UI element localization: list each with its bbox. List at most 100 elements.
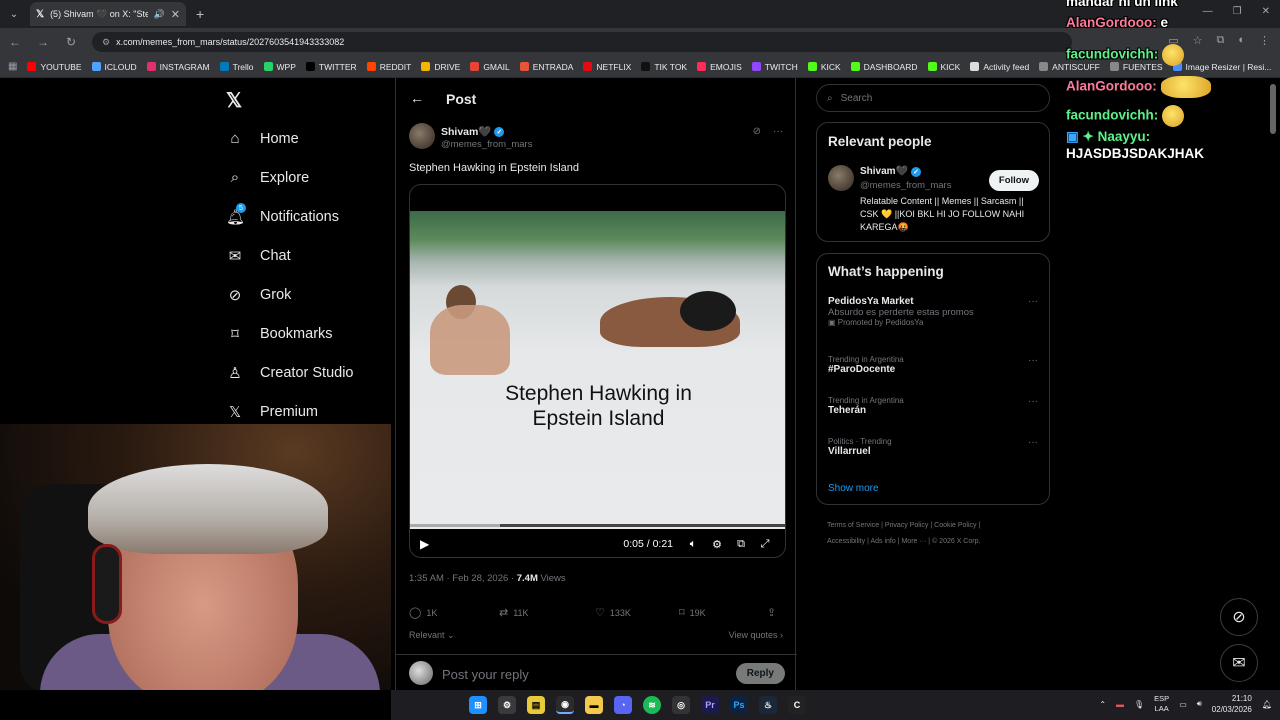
- trend-item[interactable]: Politics · Trending Villarruel ···: [828, 437, 1038, 457]
- messages-fab-icon[interactable]: ✉: [1220, 644, 1258, 682]
- person-handle[interactable]: @memes_from_mars: [860, 180, 951, 191]
- trend-more-icon[interactable]: ···: [1028, 355, 1038, 366]
- tab-close-icon[interactable]: ✕: [171, 8, 180, 21]
- more-options-icon[interactable]: ···: [773, 126, 783, 137]
- nav-explore[interactable]: ⌕ Explore: [226, 169, 309, 186]
- minimize-icon[interactable]: —: [1203, 6, 1213, 17]
- reply-submit-button[interactable]: Reply: [735, 663, 785, 684]
- nav-premium[interactable]: 𝕏 Premium: [226, 403, 318, 421]
- trend-item[interactable]: PedidosYa Market Absurdo es perderte est…: [828, 296, 1038, 327]
- volume-icon[interactable]: 🔈︎: [681, 538, 705, 551]
- show-more-link[interactable]: Show more: [828, 483, 879, 494]
- grok-fab-icon[interactable]: ⊘: [1220, 598, 1258, 636]
- reply-input[interactable]: Post your reply: [442, 667, 529, 682]
- restore-icon[interactable]: ❐: [1233, 6, 1242, 17]
- bookmark-item[interactable]: INSTAGRAM: [146, 62, 210, 72]
- trend-more-icon[interactable]: ···: [1028, 296, 1038, 307]
- bookmark-item[interactable]: Trello: [219, 62, 254, 72]
- trend-item[interactable]: Trending in Argentina Teherán ···: [828, 396, 1038, 416]
- video-frame[interactable]: Stephen Hawking in Epstein Island: [410, 211, 785, 529]
- photoshop-icon[interactable]: Ps: [730, 696, 748, 714]
- new-tab-button[interactable]: +: [196, 6, 204, 22]
- bookmark-item[interactable]: NETFLIX: [583, 62, 631, 72]
- back-icon[interactable]: ←: [8, 35, 22, 49]
- bookmark-item[interactable]: YOUTUBE: [27, 62, 82, 72]
- bookmark-item[interactable]: ICLOUD: [91, 62, 137, 72]
- tray-overflow-icon[interactable]: ⌃: [1099, 700, 1106, 709]
- notes-app-icon[interactable]: ▤: [527, 696, 545, 714]
- close-window-icon[interactable]: ✕: [1262, 6, 1270, 17]
- x-logo-icon[interactable]: 𝕏: [226, 88, 242, 113]
- footer-privacy-link[interactable]: Privacy Policy: [885, 522, 929, 529]
- nav-home[interactable]: ⌂ Home: [226, 130, 298, 147]
- bookmark-item[interactable]: KICK: [927, 62, 960, 72]
- trend-more-icon[interactable]: ···: [1028, 437, 1038, 448]
- bookmark-item[interactable]: GMAIL: [470, 62, 510, 72]
- video-progress-bar[interactable]: [410, 524, 785, 527]
- spotify-icon[interactable]: ≋: [643, 696, 661, 714]
- chrome-icon[interactable]: ◉: [556, 696, 574, 714]
- network-icon[interactable]: ▭: [1179, 700, 1187, 709]
- microphone-icon[interactable]: 🎙︎: [1134, 700, 1144, 709]
- apps-grid-icon[interactable]: ▦: [8, 61, 17, 72]
- nav-grok[interactable]: ⊘ Grok: [226, 286, 292, 304]
- bookmark-item[interactable]: EMOJIS: [697, 62, 742, 72]
- bookmark-item[interactable]: DRIVE: [421, 62, 460, 72]
- footer-ads-link[interactable]: Ads info: [870, 538, 895, 545]
- post-timestamp[interactable]: 1:35 AM · Feb 28, 2026 ·: [409, 573, 517, 584]
- bookmark-item[interactable]: TWITCH: [751, 62, 798, 72]
- author-avatar[interactable]: [409, 123, 435, 149]
- notification-center-icon[interactable]: 🔔︎: [1262, 700, 1272, 709]
- bookmark-item[interactable]: Activity feed: [970, 62, 1029, 72]
- bookmark-item[interactable]: REDDIT: [366, 62, 411, 72]
- extensions-icon[interactable]: ⧉: [1216, 34, 1224, 47]
- author-name[interactable]: Shivam🖤 ✓: [441, 125, 505, 138]
- discord-icon[interactable]: ◔: [614, 696, 632, 714]
- start-icon[interactable]: ⊞: [469, 696, 487, 714]
- view-quotes-link[interactable]: View quotes ›: [729, 630, 783, 640]
- footer-terms-link[interactable]: Terms of Service: [827, 522, 879, 529]
- bookmark-item[interactable]: DASHBOARD: [850, 62, 918, 72]
- bookmark-item[interactable]: KICK: [807, 62, 841, 72]
- star-icon[interactable]: ☆: [1193, 34, 1203, 47]
- bookmark-item[interactable]: TIK TOK: [641, 62, 687, 72]
- language-indicator[interactable]: ESP LAA: [1154, 694, 1169, 714]
- profile-icon[interactable]: ◐: [1238, 34, 1245, 47]
- nav-notifications[interactable]: 🔔︎ 5 Notifications: [226, 203, 339, 226]
- play-icon[interactable]: ▶: [420, 537, 429, 551]
- search-input[interactable]: ⌕ Search: [816, 84, 1050, 112]
- settings-app-icon[interactable]: ⚙: [498, 696, 516, 714]
- tab-search-icon[interactable]: ⌄: [4, 4, 24, 24]
- person-name[interactable]: Shivam🖤 ✓: [860, 166, 922, 177]
- trend-item[interactable]: Trending in Argentina #ParoDocente ···: [828, 355, 1038, 375]
- like-button[interactable]: ♡ 133K: [595, 606, 679, 619]
- my-avatar[interactable]: [409, 661, 433, 685]
- app-c-icon[interactable]: C: [788, 696, 806, 714]
- forward-icon[interactable]: →: [36, 35, 50, 49]
- bookmark-item[interactable]: WPP: [263, 62, 296, 72]
- bookmark-item[interactable]: Image Resizer | Resi...: [1172, 62, 1271, 72]
- bookmark-item[interactable]: TWITTER: [305, 62, 357, 72]
- browser-tab-active[interactable]: 𝕏 (5) Shivam 🖤 on X: "Steph 🔊 ✕: [30, 2, 186, 26]
- volume-icon[interactable]: 🔊︎: [1197, 699, 1202, 709]
- tab-audio-icon[interactable]: 🔊: [154, 9, 165, 20]
- steam-icon[interactable]: ♨: [759, 696, 777, 714]
- file-explorer-icon[interactable]: ▬: [585, 696, 603, 714]
- share-button[interactable]: ⇪: [767, 606, 776, 619]
- footer-accessibility-link[interactable]: Accessibility: [827, 538, 865, 545]
- repost-button[interactable]: ⇄ 11K: [499, 606, 595, 619]
- menu-icon[interactable]: ⋮: [1259, 34, 1270, 47]
- replies-sort-dropdown[interactable]: Relevant ⌄: [409, 630, 455, 641]
- fullscreen-icon[interactable]: ⤢: [753, 538, 777, 551]
- person-avatar[interactable]: [828, 165, 854, 191]
- site-info-icon[interactable]: ⚙: [102, 37, 110, 48]
- premiere-icon[interactable]: Pr: [701, 696, 719, 714]
- bookmark-button[interactable]: ⌑ 19K: [679, 606, 767, 619]
- page-scrollbar[interactable]: [1270, 84, 1276, 134]
- bookmark-item[interactable]: ENTRADA: [519, 62, 573, 72]
- system-clock[interactable]: 21:10 02/03/2026: [1212, 693, 1252, 715]
- reply-button[interactable]: ◯ 1K: [409, 606, 499, 619]
- pip-icon[interactable]: ⧉: [729, 538, 753, 551]
- obs-icon[interactable]: ◎: [672, 696, 690, 714]
- nav-creator-studio[interactable]: ♙ Creator Studio: [226, 364, 353, 382]
